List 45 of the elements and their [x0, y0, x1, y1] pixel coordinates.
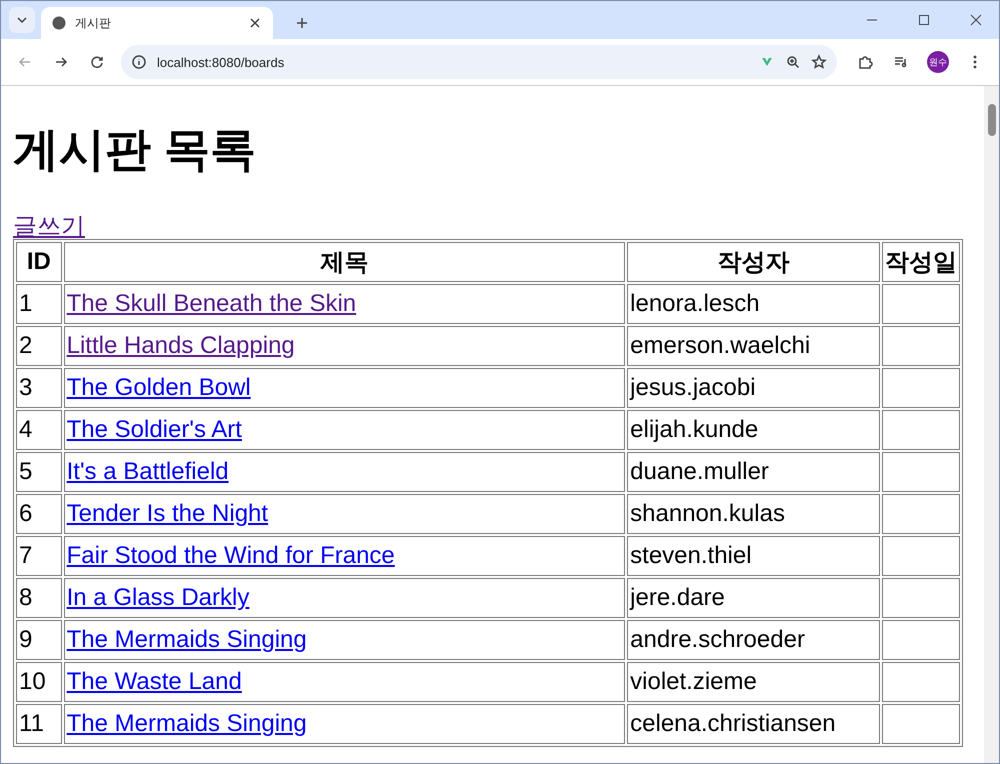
id-cell: 8	[16, 578, 62, 618]
id-cell: 7	[16, 536, 62, 576]
id-cell: 10	[16, 662, 62, 702]
browser-tab[interactable]: 게시판	[41, 7, 273, 39]
id-cell: 4	[16, 410, 62, 450]
address-bar[interactable]: localhost:8080/boards	[121, 45, 837, 79]
column-header: ID	[16, 242, 62, 282]
info-icon	[131, 54, 147, 70]
author-cell: jere.dare	[627, 578, 880, 618]
more-vertical-icon	[973, 55, 977, 69]
id-cell: 2	[16, 326, 62, 366]
puzzle-icon	[857, 54, 873, 70]
author-cell: shannon.kulas	[627, 494, 880, 534]
id-cell: 9	[16, 620, 62, 660]
author-cell: celena.christiansen	[627, 704, 880, 744]
id-cell: 3	[16, 368, 62, 408]
id-cell: 11	[16, 704, 62, 744]
page-heading: 게시판 목록	[13, 122, 257, 177]
column-header: 작성자	[627, 242, 880, 282]
author-cell: andre.schroeder	[627, 620, 880, 660]
author-cell: emerson.waelchi	[627, 326, 880, 366]
post-title-link[interactable]: It's a Battlefield	[66, 458, 229, 486]
author-cell: jesus.jacobi	[627, 368, 880, 408]
column-header: 작성일	[882, 242, 960, 282]
profile-avatar[interactable]: 원수	[927, 51, 949, 73]
plus-icon	[294, 15, 310, 31]
reload-icon	[89, 54, 105, 70]
star-icon[interactable]	[811, 54, 827, 70]
zoom-icon[interactable]	[785, 54, 801, 70]
id-cell: 5	[16, 452, 62, 492]
write-link[interactable]: 글쓰기	[13, 215, 85, 240]
minimize-icon	[867, 19, 877, 21]
id-cell: 1	[16, 284, 62, 324]
author-cell: elijah.kunde	[627, 410, 880, 450]
author-cell: steven.thiel	[627, 536, 880, 576]
author-cell: duane.muller	[627, 452, 880, 492]
id-cell: 6	[16, 494, 62, 534]
scrollbar-thumb[interactable]	[988, 104, 996, 136]
scrollbar[interactable]	[984, 86, 999, 763]
author-cell: violet.zieme	[627, 662, 880, 702]
author-cell: lenora.lesch	[627, 284, 880, 324]
close-icon	[968, 12, 984, 28]
maximize-icon	[916, 12, 932, 28]
tab-list-button[interactable]	[9, 7, 35, 33]
column-header: 제목	[64, 242, 626, 282]
